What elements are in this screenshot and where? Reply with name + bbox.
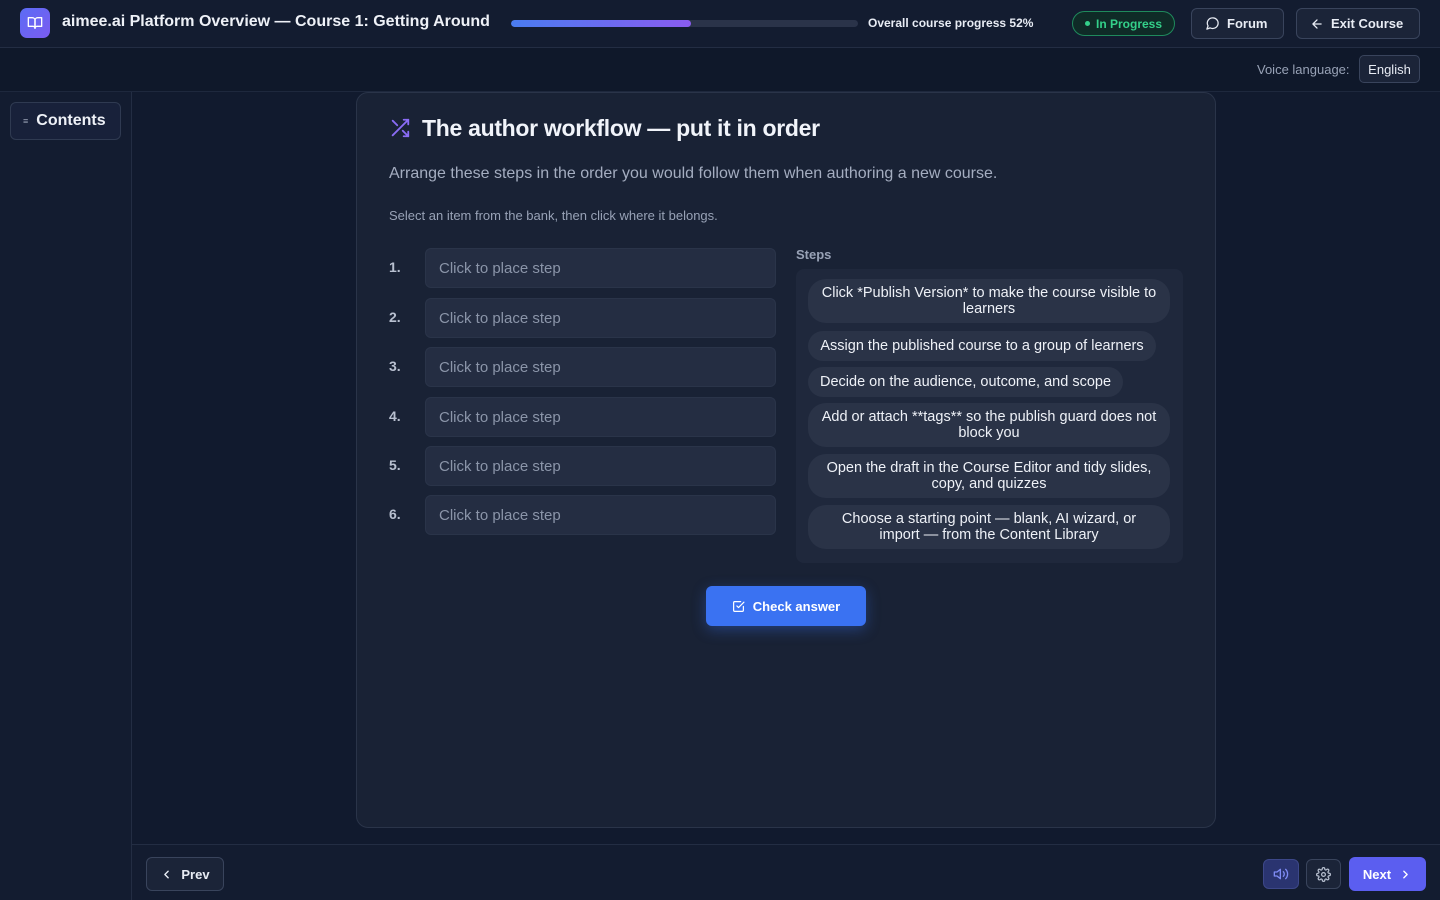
slot-drop-target[interactable]: Click to place step bbox=[425, 495, 776, 535]
audio-toggle-button[interactable] bbox=[1263, 859, 1299, 889]
exit-course-label: Exit Course bbox=[1331, 16, 1404, 31]
step-chip[interactable]: Click *Publish Version* to make the cour… bbox=[808, 279, 1170, 323]
contents-button[interactable]: ≡ Contents bbox=[10, 102, 121, 140]
check-square-icon bbox=[732, 600, 745, 612]
exit-course-button[interactable]: Exit Course bbox=[1296, 8, 1420, 39]
slot-number: 5. bbox=[389, 457, 401, 473]
next-button[interactable]: Next bbox=[1349, 857, 1426, 891]
steps-bank-label: Steps bbox=[796, 247, 832, 262]
top-bar: aimee.ai Platform Overview — Course 1: G… bbox=[0, 0, 1440, 48]
order-slot: 2. Click to place step bbox=[389, 298, 776, 338]
speaker-icon bbox=[1273, 868, 1289, 880]
chevron-right-icon bbox=[1403, 870, 1408, 878]
slot-number: 3. bbox=[389, 358, 401, 374]
list-icon: ≡ bbox=[23, 116, 29, 126]
gear-icon bbox=[1316, 866, 1331, 882]
activity-title: The author workflow — put it in order bbox=[422, 115, 820, 141]
forum-label: Forum bbox=[1227, 16, 1268, 31]
voice-language-select[interactable]: English bbox=[1359, 55, 1420, 83]
shuffle-icon bbox=[391, 118, 410, 138]
step-chip[interactable]: Open the draft in the Course Editor and … bbox=[808, 454, 1170, 498]
status-dot-icon bbox=[1085, 21, 1090, 26]
prev-button[interactable]: Prev bbox=[146, 857, 224, 891]
sub-bar: Voice language: English bbox=[0, 48, 1440, 92]
slot-drop-target[interactable]: Click to place step bbox=[425, 248, 776, 288]
book-open-icon bbox=[20, 8, 50, 38]
bottom-bar: Prev Next bbox=[132, 844, 1440, 900]
slot-number: 6. bbox=[389, 506, 401, 522]
next-label: Next bbox=[1362, 866, 1392, 882]
steps-bank: Click *Publish Version* to make the cour… bbox=[796, 269, 1183, 563]
slot-drop-target[interactable]: Click to place step bbox=[425, 446, 776, 486]
activity-hint: Select an item from the bank, then click… bbox=[389, 208, 718, 223]
order-slot: 5. Click to place step bbox=[389, 446, 776, 486]
step-chip[interactable]: Assign the published course to a group o… bbox=[808, 331, 1156, 361]
prev-label: Prev bbox=[181, 866, 210, 882]
order-slot: 4. Click to place step bbox=[389, 397, 776, 437]
course-progress-fill bbox=[511, 20, 692, 27]
slot-number: 4. bbox=[389, 408, 401, 424]
course-progress-text: Overall course progress 52% bbox=[868, 16, 1034, 30]
forum-button[interactable]: Forum bbox=[1191, 8, 1284, 39]
step-chip[interactable]: Add or attach **tags** so the publish gu… bbox=[808, 403, 1170, 447]
slot-number: 1. bbox=[389, 259, 401, 275]
arrow-left-icon bbox=[1312, 18, 1322, 29]
slot-drop-target[interactable]: Click to place step bbox=[425, 298, 776, 338]
voice-language-label: Voice language: bbox=[1257, 62, 1350, 77]
settings-button[interactable] bbox=[1306, 859, 1341, 889]
activity-description: Arrange these steps in the order you wou… bbox=[389, 165, 998, 182]
check-answer-button[interactable]: Check answer bbox=[706, 586, 866, 626]
activity-card: The author workflow — put it in order Ar… bbox=[356, 92, 1216, 828]
course-title: aimee.ai Platform Overview — Course 1: G… bbox=[62, 13, 490, 30]
slot-number: 2. bbox=[389, 309, 401, 325]
order-slot: 1. Click to place step bbox=[389, 248, 776, 288]
order-slot: 3. Click to place step bbox=[389, 347, 776, 387]
order-slot: 6. Click to place step bbox=[389, 495, 776, 535]
contents-label: Contents bbox=[36, 112, 106, 129]
status-label: In Progress bbox=[1096, 16, 1163, 31]
sidebar: ≡ Contents bbox=[0, 92, 132, 900]
chat-bubble-icon bbox=[1206, 17, 1219, 30]
check-answer-label: Check answer bbox=[752, 598, 841, 614]
step-chip[interactable]: Choose a starting point — blank, AI wiza… bbox=[808, 505, 1170, 549]
step-chip[interactable]: Decide on the audience, outcome, and sco… bbox=[808, 367, 1123, 397]
slot-drop-target[interactable]: Click to place step bbox=[425, 347, 776, 387]
chevron-left-icon bbox=[164, 870, 170, 878]
course-progress-bar bbox=[511, 20, 858, 27]
slot-drop-target[interactable]: Click to place step bbox=[425, 397, 776, 437]
status-badge: In Progress bbox=[1072, 11, 1176, 36]
